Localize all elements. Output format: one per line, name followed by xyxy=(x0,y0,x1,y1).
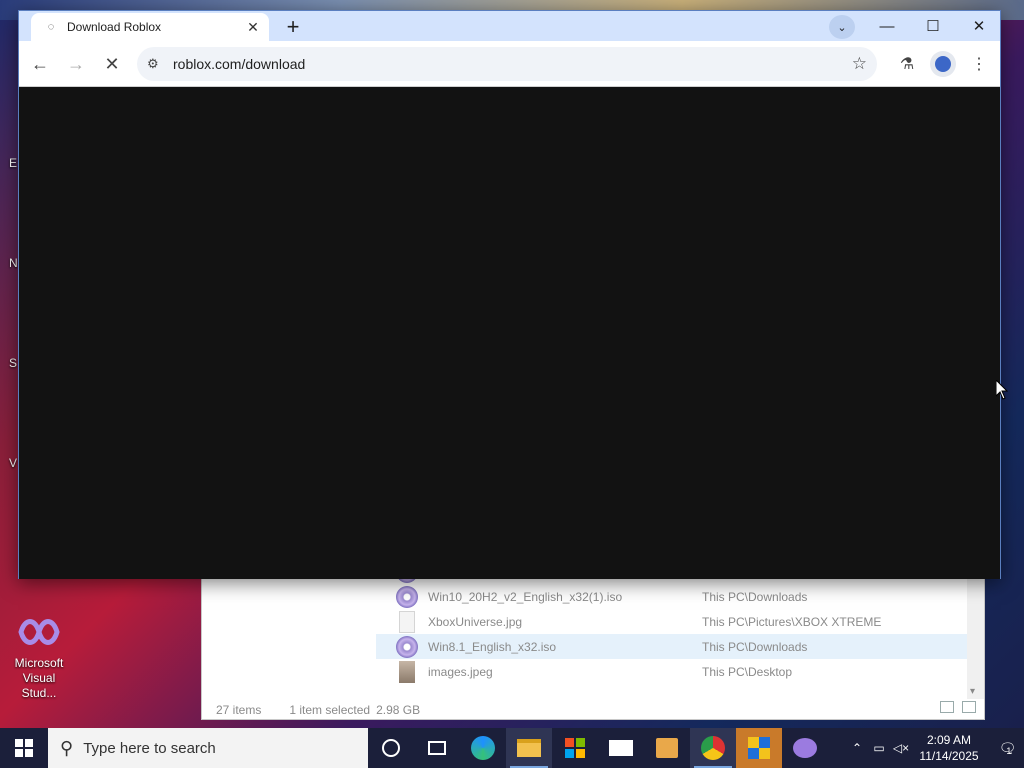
desktop-icon-partial[interactable]: E xyxy=(0,110,18,170)
file-name: images.jpeg xyxy=(428,664,493,679)
clock-date: 11/14/2025 xyxy=(919,749,979,763)
taskbar-edge[interactable] xyxy=(460,728,506,768)
url-input[interactable] xyxy=(173,56,813,72)
menu-kebab-icon[interactable]: ⋮ xyxy=(966,51,992,77)
cortana-button[interactable] xyxy=(368,728,414,768)
loading-favicon-icon: ◌ xyxy=(47,21,55,33)
search-icon: ⚲ xyxy=(60,737,74,758)
tab-title: Download Roblox xyxy=(67,20,162,34)
disc-image-icon xyxy=(396,635,418,658)
taskbar-file-explorer[interactable] xyxy=(506,728,552,768)
taskbar-media-player[interactable] xyxy=(644,728,690,768)
large-icons-view-icon[interactable] xyxy=(962,701,976,713)
image-file-icon xyxy=(399,610,415,633)
taskbar-search-box[interactable]: ⚲ Type here to search xyxy=(48,728,368,768)
desktop-icon-partial[interactable]: N xyxy=(0,210,18,270)
close-window-button[interactable]: ✕ xyxy=(956,11,1002,41)
details-view-icon[interactable] xyxy=(940,701,954,713)
file-name: Win10_20H2_v2_English_x32(1).iso xyxy=(428,589,623,604)
file-location: This PC\Pictures\XBOX XTREME xyxy=(702,614,882,629)
clock-time: 2:09 AM xyxy=(926,733,972,747)
taskbar-mail[interactable] xyxy=(598,728,644,768)
page-content-blank[interactable] xyxy=(19,88,1000,579)
back-button[interactable]: ← xyxy=(27,51,53,77)
scroll-down-icon[interactable]: ▾ xyxy=(970,686,975,697)
taskbar: ⚲ Type here to search ⌃ ▭ ◁× 2:09 AM 11/… xyxy=(0,728,1024,768)
tab-close-icon[interactable]: ✕ xyxy=(243,17,263,37)
search-placeholder: Type here to search xyxy=(83,739,216,757)
labs-flask-icon[interactable]: ⚗ xyxy=(894,51,920,77)
disc-image-icon xyxy=(396,585,418,608)
file-location: This PC\Desktop xyxy=(702,664,793,679)
taskbar-windows-security[interactable] xyxy=(736,728,782,768)
store-icon xyxy=(565,738,585,758)
file-row[interactable]: Win8.1_English_x32.iso This PC\Downloads xyxy=(376,634,970,659)
forward-button[interactable]: → xyxy=(63,51,89,77)
clock[interactable]: 2:09 AM 11/14/2025 xyxy=(912,732,986,764)
file-row[interactable]: images.jpeg This PC\Desktop xyxy=(376,659,970,684)
volume-muted-icon[interactable]: ◁× xyxy=(890,741,912,755)
visual-studio-icon xyxy=(15,612,63,652)
explorer-status-bar: 27 items 1 item selected 2.98 GB xyxy=(202,699,986,721)
file-row[interactable]: Win10_20H2_v2_English_x32(1).iso This PC\… xyxy=(376,584,970,609)
file-name: Win8.1_English_x32.iso xyxy=(428,639,557,654)
browser-toolbar: ← → ✕ ⚙ ☆ ⚗ ⋮ xyxy=(19,41,1000,87)
action-center-button[interactable]: 🗨 1 xyxy=(986,740,1024,757)
notification-count: 1 xyxy=(1006,745,1012,756)
desktop-icon-label: Microsoft Visual Stud... xyxy=(14,656,64,700)
maximize-button[interactable]: ☐ xyxy=(910,11,956,41)
start-button[interactable] xyxy=(0,728,48,768)
new-tab-button[interactable]: + xyxy=(281,14,305,39)
browser-window[interactable]: ◌ Download Roblox ✕ + ⌄ — ☐ ✕ ← → ✕ ⚙ ☆ … xyxy=(18,10,1001,579)
chevron-up-icon[interactable]: ⌃ xyxy=(846,741,868,755)
file-name: XboxUniverse.jpg xyxy=(428,614,523,629)
cortana-icon xyxy=(382,739,400,757)
view-toggle[interactable] xyxy=(940,701,976,713)
folder-icon xyxy=(517,739,541,757)
windows-logo-icon xyxy=(15,739,33,757)
selection-count: 1 item selected xyxy=(289,703,371,717)
image-file-icon xyxy=(399,660,415,683)
mouse-cursor-icon xyxy=(996,380,1008,400)
desktop-icon-visual-studio[interactable]: Microsoft Visual Stud... xyxy=(2,612,76,701)
selection-size: 2.98 GB xyxy=(376,703,421,717)
file-location: This PC\Downloads xyxy=(702,589,808,604)
system-tray: ⌃ ▭ ◁× 2:09 AM 11/14/2025 🗨 1 xyxy=(846,728,1024,768)
edge-icon xyxy=(471,736,495,760)
taskbar-chrome[interactable] xyxy=(690,728,736,768)
task-view-icon xyxy=(428,741,446,755)
item-count: 27 items xyxy=(216,703,262,717)
shield-icon xyxy=(748,737,770,759)
address-bar[interactable]: ⚙ ☆ xyxy=(137,47,877,81)
tab-download-roblox[interactable]: ◌ Download Roblox ✕ xyxy=(31,13,269,41)
media-player-icon xyxy=(656,738,678,758)
minimize-button[interactable]: — xyxy=(864,11,910,41)
site-info-icon[interactable]: ⚙ xyxy=(147,56,167,72)
taskbar-visual-studio[interactable] xyxy=(782,728,828,768)
file-row[interactable]: XboxUniverse.jpg This PC\Pictures\XBOX XT… xyxy=(376,609,970,634)
desktop-icon-partial[interactable]: S xyxy=(0,310,18,370)
explorer-scrollbar[interactable]: ▾ xyxy=(967,561,984,699)
mail-icon xyxy=(609,740,633,756)
chrome-icon xyxy=(701,736,725,760)
bookmark-star-icon[interactable]: ☆ xyxy=(852,54,867,74)
taskbar-store[interactable] xyxy=(552,728,598,768)
desktop-icon-partial[interactable]: V xyxy=(0,410,18,470)
explorer-nav-pane[interactable] xyxy=(202,561,376,699)
tab-strip[interactable]: ◌ Download Roblox ✕ + ⌄ — ☐ ✕ xyxy=(19,11,1000,41)
visual-studio-icon xyxy=(793,738,817,758)
task-view-button[interactable] xyxy=(414,728,460,768)
network-icon[interactable]: ▭ xyxy=(868,741,890,755)
profile-avatar-icon[interactable] xyxy=(930,51,956,77)
file-location: This PC\Downloads xyxy=(702,639,808,654)
stop-loading-button[interactable]: ✕ xyxy=(99,51,125,77)
tab-search-icon[interactable]: ⌄ xyxy=(829,15,855,39)
file-explorer-window[interactable]: Windows 8.1 32-bit.isoThis PC\DownloadsW… xyxy=(201,560,985,720)
